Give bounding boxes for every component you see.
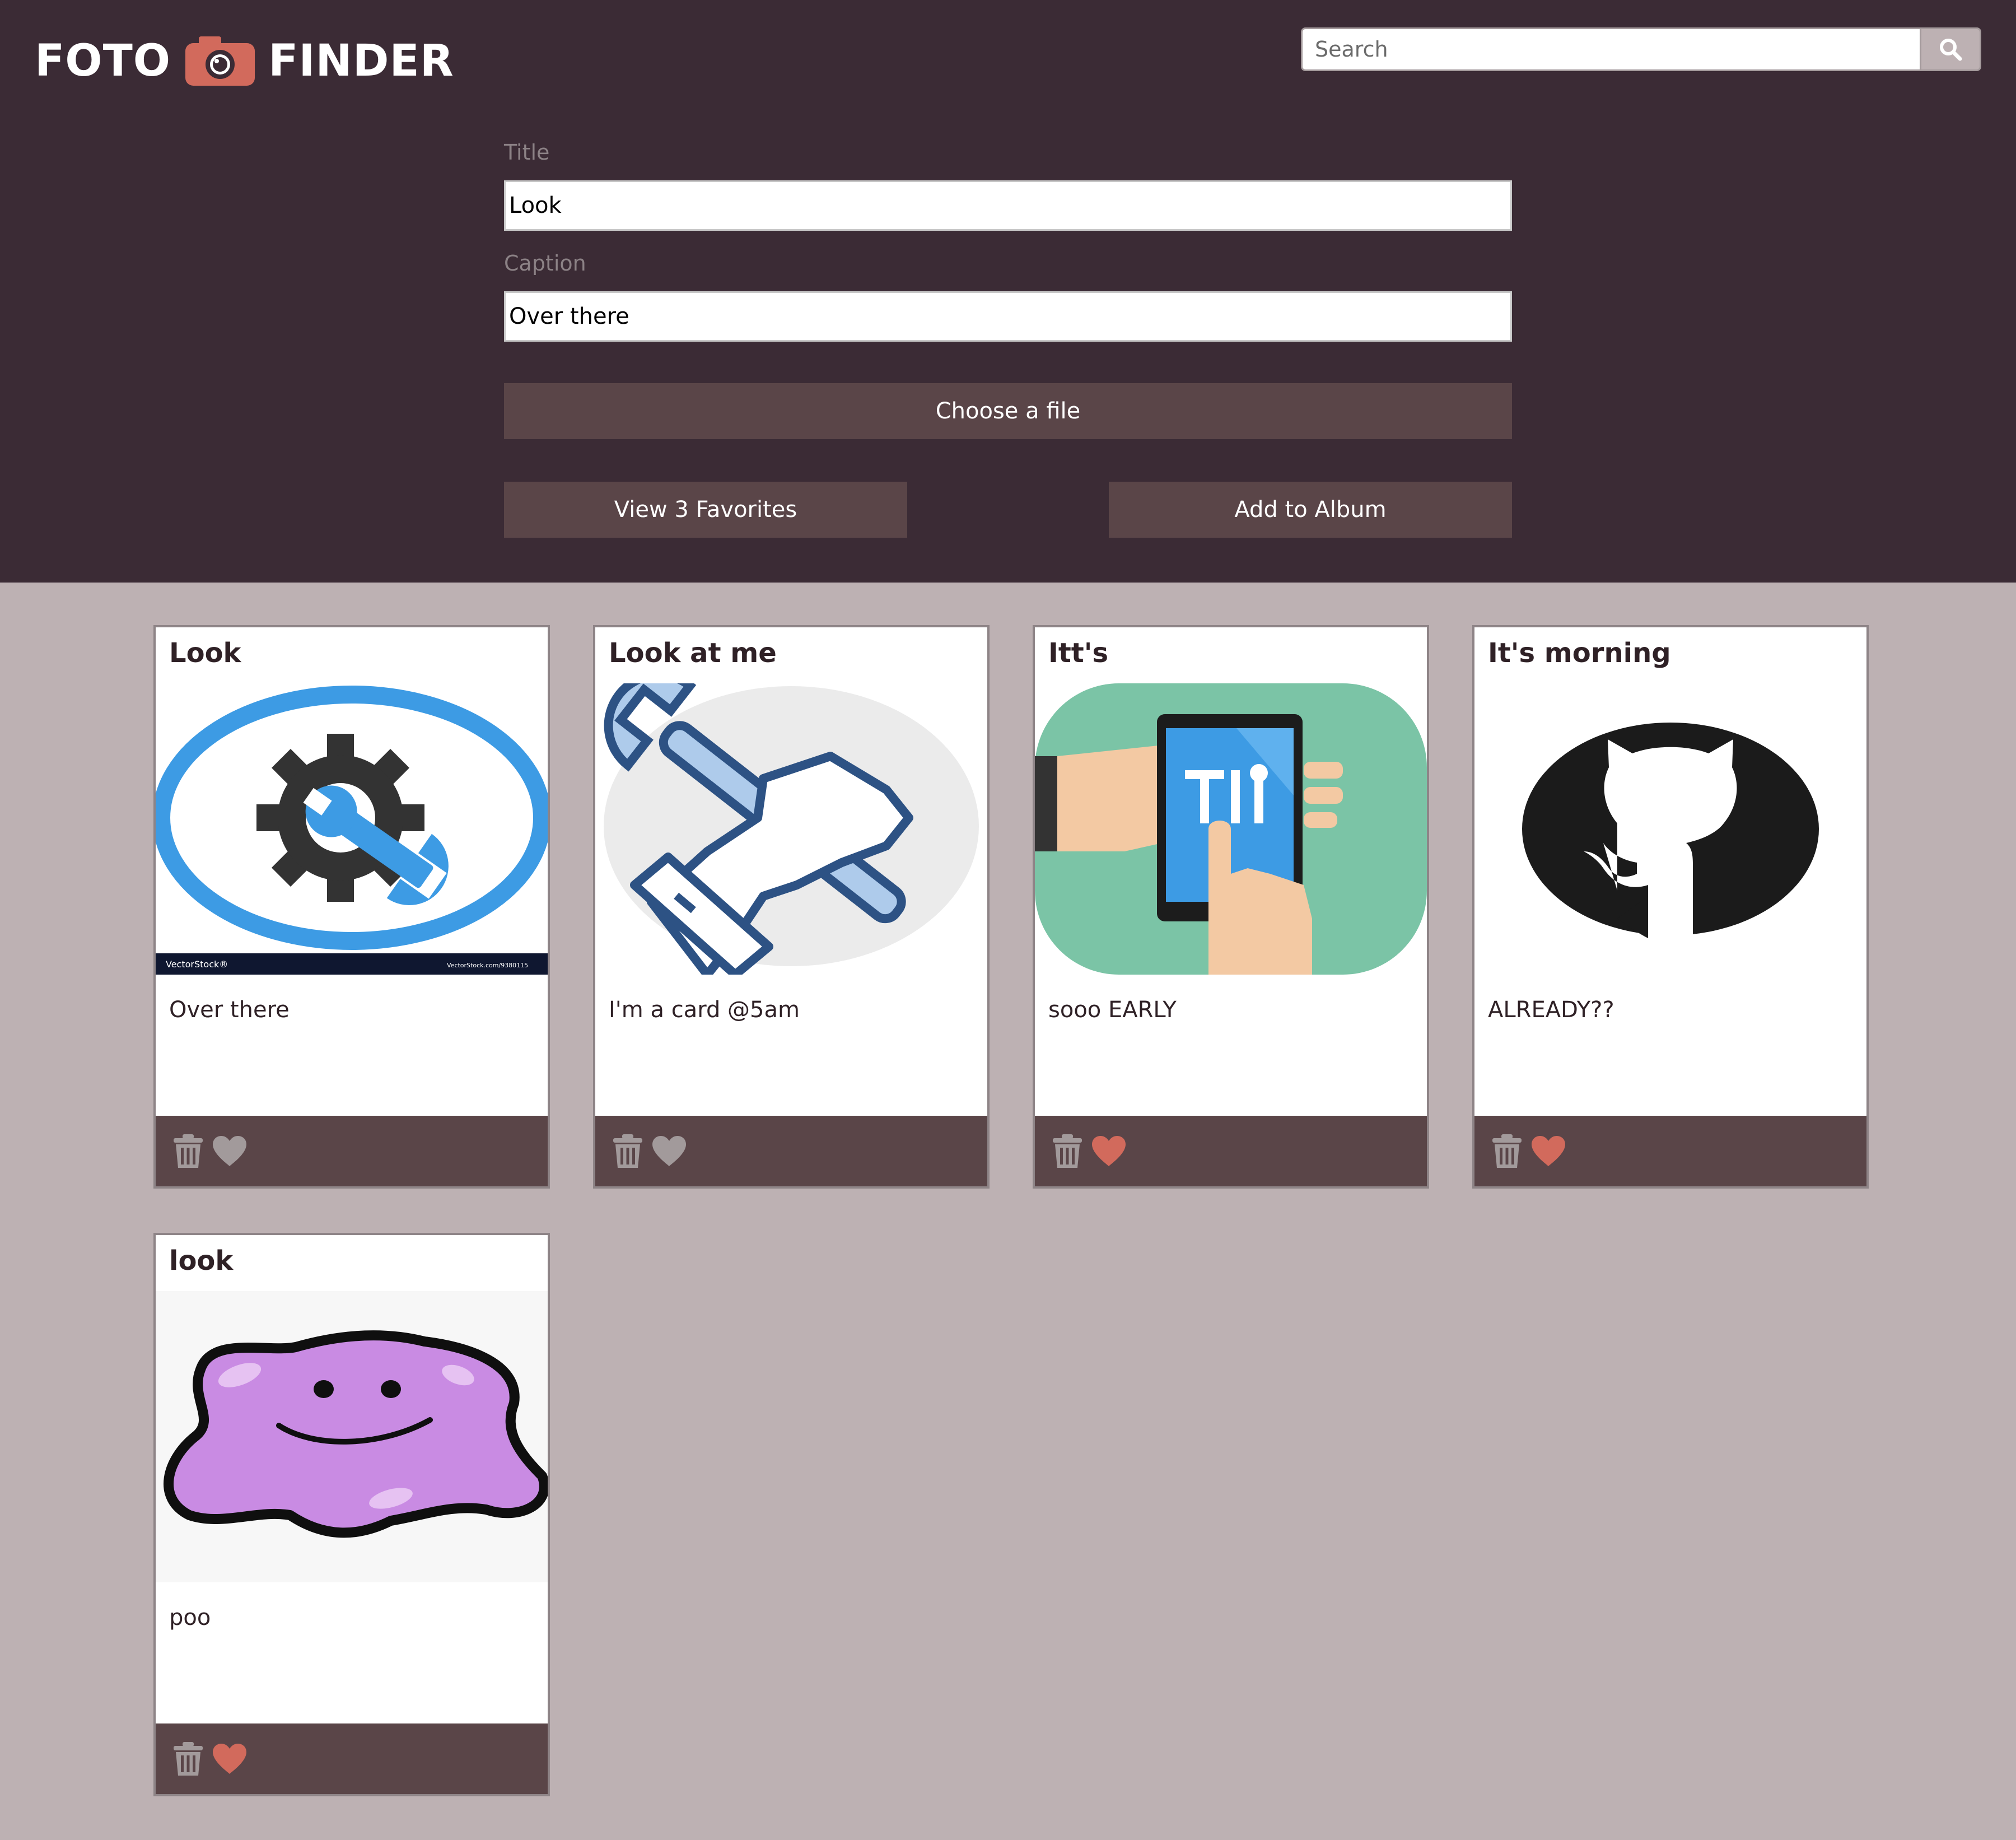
- delete-button[interactable]: [610, 1133, 646, 1169]
- hand-wrench-image: [595, 683, 987, 975]
- card-title: It's morning: [1488, 637, 1671, 669]
- choose-file-button[interactable]: Choose a file: [504, 383, 1512, 439]
- card-caption: poo: [169, 1605, 211, 1631]
- card-title: Look at me: [609, 637, 777, 669]
- photo-card: Itt's sooo EARLY: [1033, 625, 1429, 1189]
- title-label: Title: [504, 140, 550, 165]
- header: FOTO FINDER Title Caption Choose a file …: [0, 0, 2016, 583]
- trash-icon: [174, 1742, 203, 1776]
- photo-card: Look VectorStock® VectorStock.com/938011…: [153, 625, 550, 1189]
- favorite-button[interactable]: [212, 1741, 248, 1777]
- github-octocat-image: [1474, 683, 1866, 975]
- card-footer: [1035, 1116, 1427, 1186]
- card-footer: [156, 1116, 548, 1186]
- card-caption: ALREADY??: [1488, 997, 1614, 1023]
- logo-text-foto: FOTO: [35, 36, 171, 86]
- heart-icon: [1532, 1136, 1565, 1166]
- search-input[interactable]: [1301, 27, 1920, 71]
- heart-icon: [1092, 1136, 1126, 1166]
- heart-icon: [652, 1136, 686, 1166]
- camera-icon: [185, 36, 255, 86]
- trash-icon: [174, 1134, 203, 1168]
- card-title: look: [169, 1245, 234, 1277]
- trash-icon: [1492, 1134, 1522, 1168]
- card-caption: sooo EARLY: [1048, 997, 1177, 1023]
- card-footer: [1474, 1116, 1866, 1186]
- gear-wrench-circle-image: VectorStock® VectorStock.com/9380115: [156, 683, 548, 975]
- favorite-button[interactable]: [1530, 1133, 1566, 1169]
- card-footer: [595, 1116, 987, 1186]
- delete-button[interactable]: [170, 1741, 206, 1777]
- search-bar: [1301, 27, 1981, 71]
- photo-card: Look at me I'm a card @5am: [593, 625, 990, 1189]
- caption-label: Caption: [504, 251, 586, 276]
- search-button[interactable]: [1920, 27, 1981, 71]
- add-to-album-button[interactable]: Add to Album: [1109, 482, 1512, 538]
- delete-button[interactable]: [1049, 1133, 1085, 1169]
- card-title: Itt's: [1048, 637, 1109, 669]
- photo-card: look poo: [153, 1233, 550, 1796]
- trash-icon: [1053, 1134, 1082, 1168]
- svg-text:VectorStock.com/9380115: VectorStock.com/9380115: [447, 962, 528, 969]
- delete-button[interactable]: [1489, 1133, 1525, 1169]
- card-footer: [156, 1723, 548, 1794]
- ditto-blob-image: [156, 1291, 548, 1582]
- title-input[interactable]: [504, 180, 1512, 231]
- card-caption: I'm a card @5am: [609, 997, 800, 1023]
- view-favorites-button[interactable]: View 3 Favorites: [504, 482, 907, 538]
- favorite-button[interactable]: [651, 1133, 687, 1169]
- card-caption: Over there: [169, 997, 290, 1023]
- phone-tools-image: [1035, 683, 1427, 975]
- favorite-button[interactable]: [1091, 1133, 1127, 1169]
- logo-text-finder: FINDER: [268, 36, 454, 86]
- trash-icon: [613, 1134, 642, 1168]
- photo-card: It's morning ALREADY??: [1472, 625, 1869, 1189]
- delete-button[interactable]: [170, 1133, 206, 1169]
- caption-input[interactable]: [504, 291, 1512, 342]
- favorite-button[interactable]: [212, 1133, 248, 1169]
- svg-text:VectorStock®: VectorStock®: [166, 959, 228, 970]
- heart-icon: [213, 1136, 246, 1166]
- heart-icon: [213, 1744, 246, 1774]
- card-title: Look: [169, 637, 241, 669]
- search-icon: [1940, 39, 1962, 61]
- app-logo: FOTO FINDER: [35, 30, 454, 92]
